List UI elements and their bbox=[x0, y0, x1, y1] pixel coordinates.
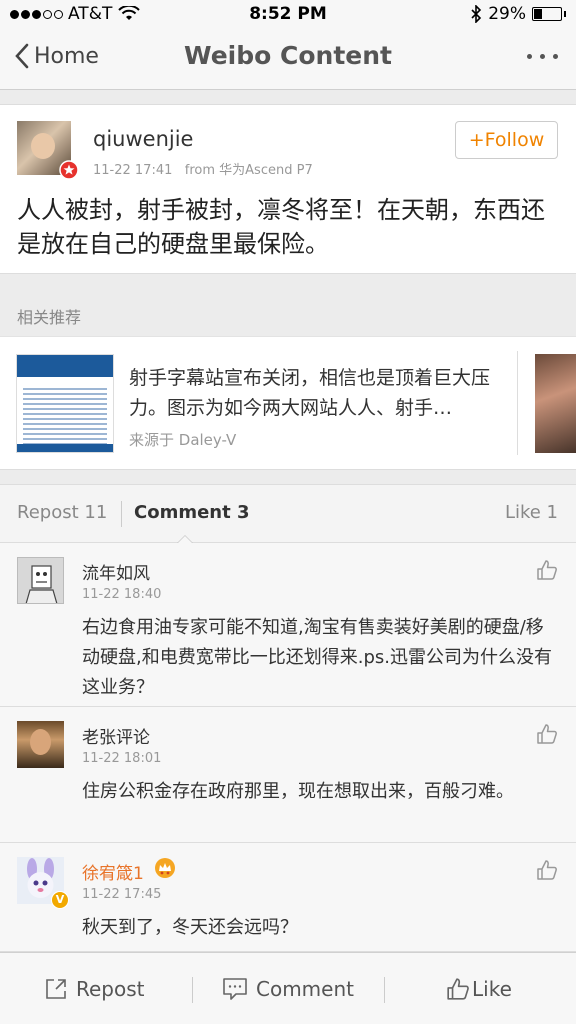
comment-label: Comment bbox=[256, 977, 354, 1001]
bluetooth-icon bbox=[471, 5, 482, 23]
comment-author[interactable]: 流年如风 bbox=[82, 559, 150, 584]
tab-repost[interactable]: Repost 11 bbox=[17, 502, 107, 523]
comment-item: 老张评论 11-22 18:01 住房公积金存在政府那里，现在想取出来，百般刁难… bbox=[0, 707, 576, 843]
verified-v-badge-icon: V bbox=[51, 891, 69, 909]
follow-button[interactable]: +Follow bbox=[455, 121, 558, 159]
like-button[interactable]: Like bbox=[446, 953, 512, 1024]
related-title[interactable]: 射手字幕站宣布关闭，相信也是顶着巨大压力。图示为如今两大网站人人、射手… bbox=[129, 363, 509, 423]
back-button[interactable]: Home bbox=[14, 42, 99, 70]
comment-item: V 徐宥箴1 11-22 17:45 秋天到了，冬天还会远吗？ bbox=[0, 843, 576, 952]
repost-label: Repost bbox=[76, 977, 145, 1001]
comment-author[interactable]: 徐宥箴1 bbox=[82, 859, 144, 884]
battery-icon bbox=[532, 7, 562, 21]
thumbs-up-icon[interactable] bbox=[536, 559, 558, 581]
comment-time: 11-22 17:45 bbox=[82, 887, 162, 902]
more-options-button[interactable] bbox=[527, 54, 558, 59]
tab-comment[interactable]: Comment 3 bbox=[134, 502, 250, 523]
tabs-bar: Repost 11 Comment 3 Like 1 bbox=[0, 484, 576, 544]
related-thumbnail[interactable] bbox=[16, 354, 114, 453]
related-area: 射手字幕站宣布关闭，相信也是顶着巨大压力。图示为如今两大网站人人、射手… 来源于… bbox=[0, 336, 576, 470]
repost-button[interactable]: Repost bbox=[44, 953, 145, 1024]
more-dot-icon bbox=[553, 54, 558, 59]
comment-time: 11-22 18:01 bbox=[82, 751, 162, 766]
related-thumbnail-next[interactable] bbox=[535, 354, 576, 453]
thumbs-up-icon[interactable] bbox=[536, 859, 558, 881]
share-icon bbox=[46, 979, 66, 999]
thumbs-up-icon bbox=[447, 978, 469, 1000]
post-meta: 11-22 17:41 from 华为Ascend P7 bbox=[93, 159, 313, 178]
status-right: 29% bbox=[470, 4, 566, 24]
toolbar-divider bbox=[384, 977, 385, 1003]
post-timestamp: 11-22 17:41 bbox=[93, 163, 173, 178]
comment-text: 住房公积金存在政府那里，现在想取出来，百般刁难。 bbox=[82, 781, 514, 802]
back-label: Home bbox=[34, 43, 99, 69]
comment-icon bbox=[223, 978, 247, 1000]
more-dot-icon bbox=[540, 54, 545, 59]
post-username[interactable]: qiuwenjie bbox=[93, 127, 193, 151]
comment-time: 11-22 18:40 bbox=[82, 587, 162, 602]
post-card: qiuwenjie 11-22 17:41 from 华为Ascend P7 +… bbox=[0, 104, 576, 274]
vip-crown-icon bbox=[155, 858, 175, 878]
comment-text: 秋天到了，冬天还会远吗？ bbox=[82, 917, 298, 938]
comment-text: 右边食用油专家可能不知道,淘宝有售卖装好美剧的硬盘/移动硬盘,和电费宽带比一比还… bbox=[82, 617, 552, 698]
comment-button[interactable]: Comment bbox=[222, 953, 354, 1024]
comment-avatar[interactable] bbox=[17, 557, 64, 604]
bottom-toolbar: Repost Comment Like bbox=[0, 952, 576, 1024]
related-header: 相关推荐 bbox=[17, 308, 82, 327]
nav-bar: Home Weibo Content bbox=[0, 30, 576, 90]
tab-like[interactable]: Like 1 bbox=[505, 502, 558, 523]
battery-percent: 29% bbox=[488, 4, 526, 24]
related-divider bbox=[517, 351, 518, 455]
post-source: from 华为Ascend P7 bbox=[184, 163, 313, 178]
status-bar: AT&T 8:52 PM 29% bbox=[0, 0, 576, 30]
related-source: 来源于 Daley-V bbox=[129, 431, 237, 449]
toolbar-divider bbox=[192, 977, 193, 1003]
comment-author[interactable]: 老张评论 bbox=[82, 723, 150, 748]
comment-item: 流年如风 11-22 18:40 右边食用油专家可能不知道,淘宝有售卖装好美剧的… bbox=[0, 543, 576, 707]
verified-badge-icon bbox=[59, 160, 79, 180]
thumbs-up-icon[interactable] bbox=[536, 723, 558, 745]
post-text: 人人被封，射手被封，凛冬将至！在天朝，东西还是放在自己的硬盘里最保险。 bbox=[17, 196, 545, 258]
comment-avatar[interactable] bbox=[17, 721, 64, 768]
more-dot-icon bbox=[527, 54, 532, 59]
sketch-avatar-icon bbox=[25, 565, 58, 603]
chevron-left-icon bbox=[15, 43, 29, 69]
tab-divider bbox=[121, 501, 122, 527]
like-label: Like bbox=[472, 977, 512, 1001]
